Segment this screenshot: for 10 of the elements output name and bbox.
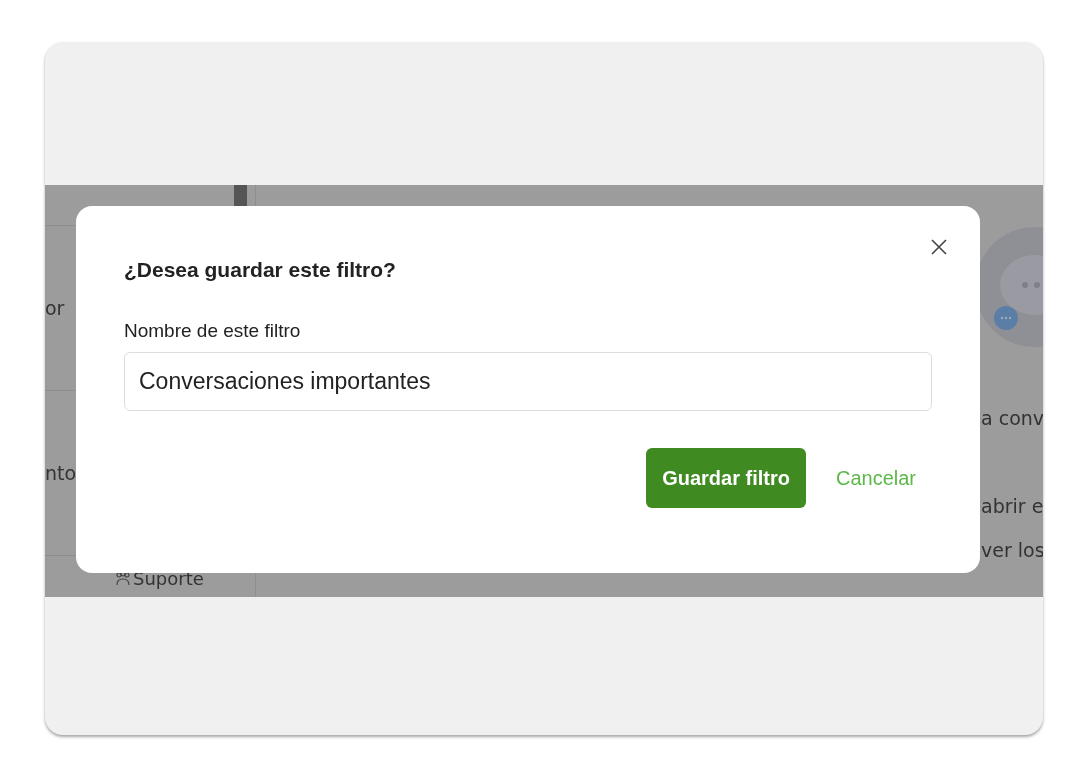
body-text: a conv (981, 407, 1043, 431)
filter-name-field[interactable]: Conversaciones importantes (124, 352, 932, 411)
body-text: abrir e (981, 495, 1043, 519)
scrollbar-thumb (234, 185, 247, 207)
save-filter-button[interactable]: Guardar filtro (646, 448, 806, 508)
dialog-title: ¿Desea guardar este filtro? (124, 258, 397, 282)
field-label: Nombre de este filtro (124, 320, 302, 342)
cancel-button[interactable]: Cancelar (819, 448, 932, 508)
close-icon[interactable] (930, 238, 948, 256)
body-text: ver los (981, 539, 1043, 563)
